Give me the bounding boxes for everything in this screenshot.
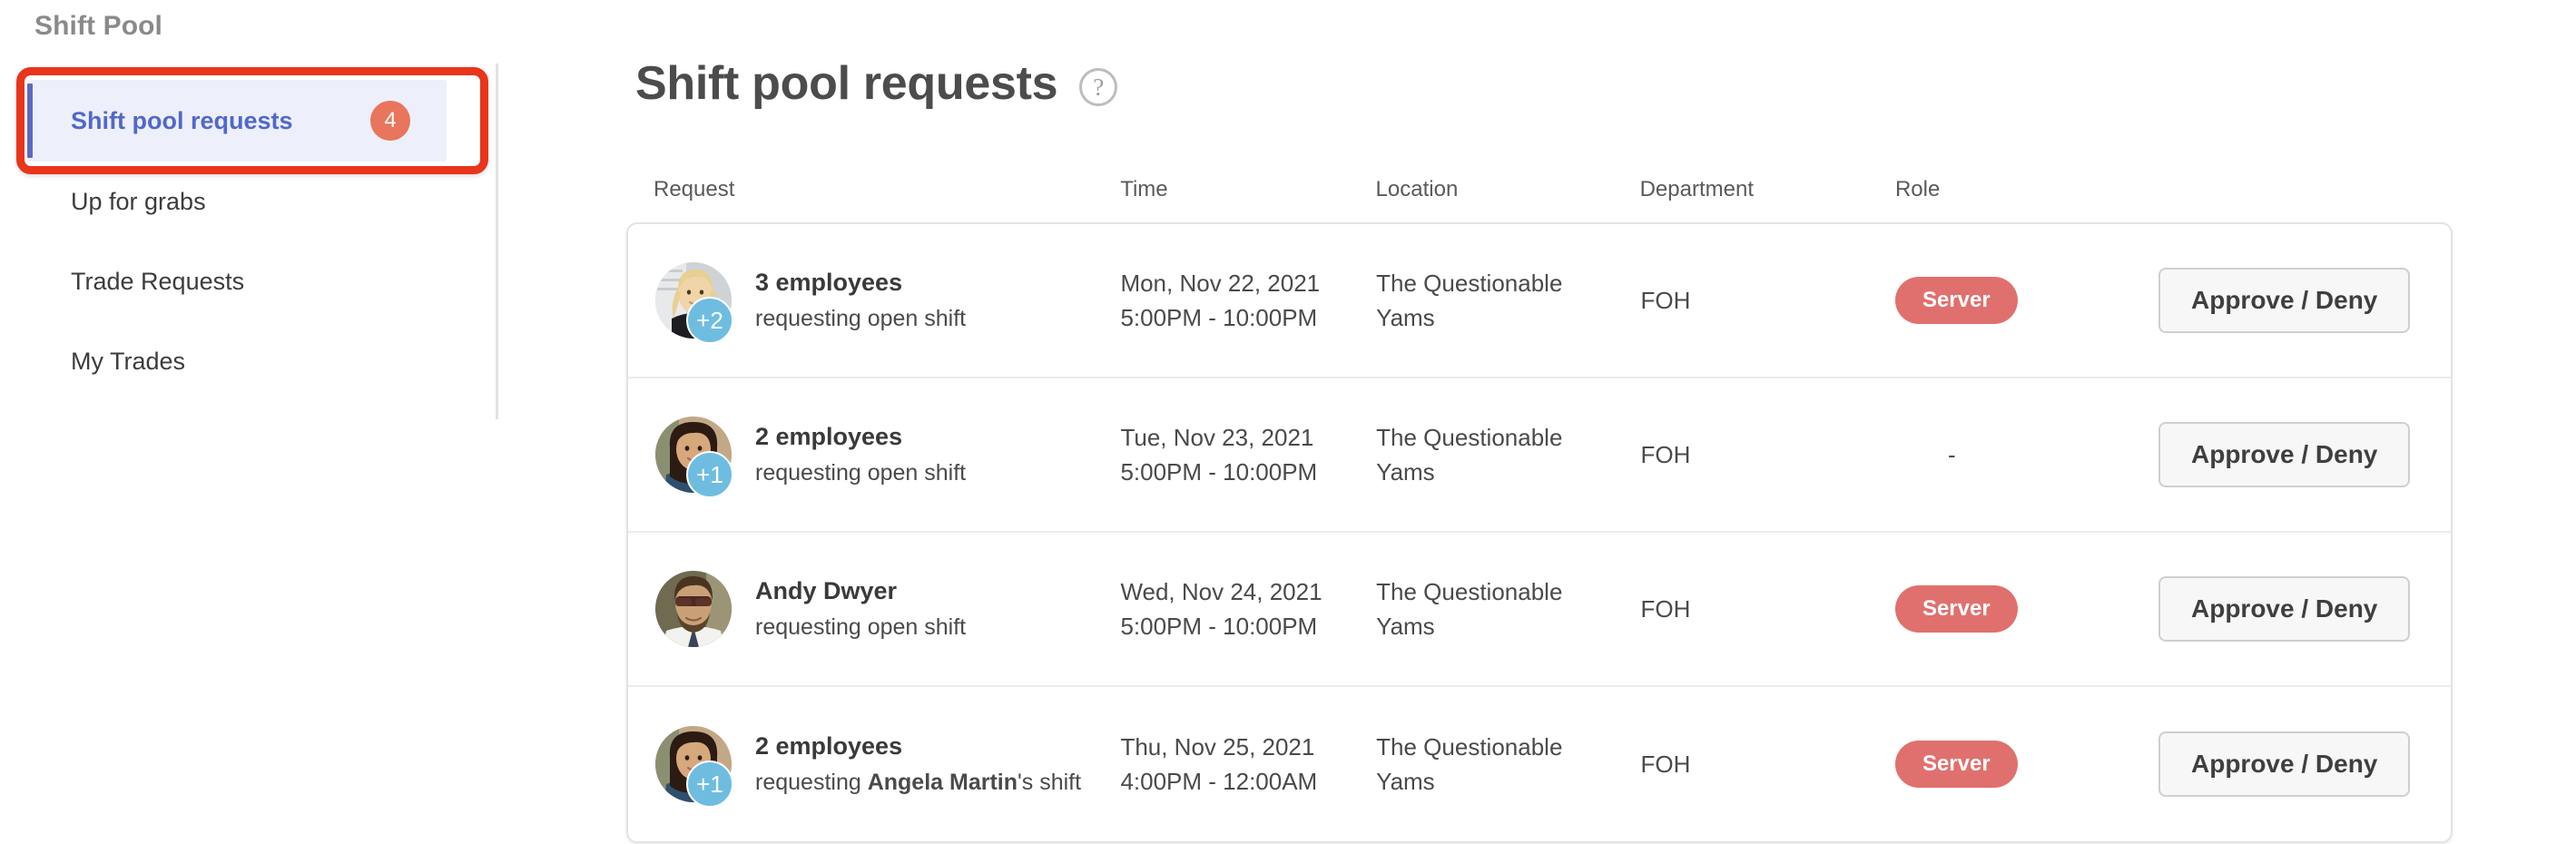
sidebar: Shift Pool Shift pool requests 4 Up for … [0,0,498,844]
man-sunglasses-avatar [655,571,732,647]
cell-action: Approve / Deny [2158,731,2424,797]
role-empty-value: - [1947,440,1956,468]
cell-location: The Questionable Yams [1376,269,1563,331]
request-secondary-label: requesting Angela Martin's shift [755,770,1082,795]
sidebar-item-badge-count: 4 [370,101,410,141]
request-text: 3 employees requesting open shift [755,269,966,332]
cell-role: Server [1894,277,2158,324]
cell-request: +1 2 employees requesting Angela Martin'… [655,726,1120,808]
cell-role: Server [1894,585,2158,633]
sidebar-item-label: Shift pool requests [71,106,293,134]
cell-request: +2 3 employees requesting open shift [655,262,1120,344]
table-body-card: +2 3 employees requesting open shift Mon… [626,222,2453,843]
requests-table: Request Time Location Department Role +2… [626,177,2453,843]
column-header-request: Request [654,177,735,201]
request-secondary-label: requesting open shift [755,460,967,486]
cell-location: The Questionable Yams [1376,577,1563,640]
avatar-extra-count: +2 [686,297,733,344]
shift-pool-page: Shift Pool Shift pool requests 4 Up for … [0,0,2576,844]
table-row[interactable]: +1 2 employees requesting Angela Martin'… [628,687,2451,841]
avatar-extra-count: +1 [686,451,733,498]
avatar-stack: +2 [655,262,733,344]
table-header-row: Request Time Location Department Role [626,177,2453,222]
cell-action: Approve / Deny [2158,576,2424,642]
sidebar-nav: Shift pool requests 4 Up for grabs Trade… [0,80,472,401]
table-row[interactable]: Andy Dwyer requesting open shift Wed, No… [628,533,2451,687]
request-text: 2 employees requesting Angela Martin's s… [755,732,1081,796]
page-title: Shift pool requests [635,57,1058,110]
cell-action: Approve / Deny [2158,422,2424,487]
sidebar-item-trade-requests[interactable]: Trade Requests [0,241,472,321]
table-row[interactable]: +2 3 employees requesting open shift Mon… [628,224,2451,378]
request-primary-label: 2 employees [755,423,903,450]
cell-location: The Questionable Yams [1376,423,1563,486]
cell-department: FOH [1640,440,1691,468]
column-header-time: Time [1120,177,1168,201]
cell-time: Tue, Nov 23, 2021 5:00PM - 10:00PM [1120,423,1318,486]
avatar-stack [655,571,732,647]
help-circle-icon[interactable]: ? [1079,68,1118,106]
approve-deny-button[interactable]: Approve / Deny [2158,576,2411,642]
role-badge: Server [1894,585,2018,633]
request-secondary-label: requesting open shift [755,306,967,331]
sidebar-item-label: Up for grabs [71,187,206,215]
cell-time: Mon, Nov 22, 2021 5:00PM - 10:00PM [1120,269,1321,331]
sidebar-title: Shift Pool [34,11,162,41]
request-primary-label: Andy Dwyer [755,577,898,604]
avatar-extra-count: +1 [686,761,733,808]
sidebar-item-my-trades[interactable]: My Trades [0,321,472,401]
cell-department: FOH [1640,286,1691,314]
approve-deny-button[interactable]: Approve / Deny [2158,731,2411,797]
avatar-stack: +1 [655,417,733,498]
sidebar-item-label: Trade Requests [71,267,245,295]
main-content: Shift pool requests ? Request Time Locat… [497,0,2576,844]
request-secondary-label: requesting open shift [755,614,967,640]
cell-request: +1 2 employees requesting open shift [655,417,1120,498]
request-text: Andy Dwyer requesting open shift [755,577,966,641]
cell-time: Wed, Nov 24, 2021 5:00PM - 10:00PM [1120,577,1322,640]
avatar-stack: +1 [655,726,733,808]
sidebar-item-shift-pool-requests[interactable]: Shift pool requests 4 [27,80,447,162]
approve-deny-button[interactable]: Approve / Deny [2158,422,2411,487]
column-header-role: Role [1894,177,1941,201]
column-header-department: Department [1639,177,1754,201]
role-badge: Server [1894,277,2018,324]
request-text: 2 employees requesting open shift [755,423,966,486]
cell-action: Approve / Deny [2158,268,2424,333]
request-primary-label: 3 employees [755,269,903,296]
approve-deny-button[interactable]: Approve / Deny [2158,268,2411,333]
request-primary-label: 2 employees [755,732,903,760]
role-badge: Server [1894,741,2018,788]
cell-location: The Questionable Yams [1376,732,1563,795]
page-header: Shift pool requests ? [635,56,1118,111]
column-header-location: Location [1375,177,1459,201]
sidebar-item-up-for-grabs[interactable]: Up for grabs [0,162,472,241]
cell-time: Thu, Nov 25, 2021 4:00PM - 12:00AM [1120,732,1318,795]
table-row[interactable]: +1 2 employees requesting open shift Tue… [628,378,2451,533]
sidebar-item-label: My Trades [71,347,186,375]
cell-department: FOH [1640,594,1691,623]
cell-department: FOH [1640,750,1691,778]
cell-request: Andy Dwyer requesting open shift [655,571,1120,647]
cell-role: Server [1894,741,2158,788]
cell-role: - [1895,441,2158,469]
